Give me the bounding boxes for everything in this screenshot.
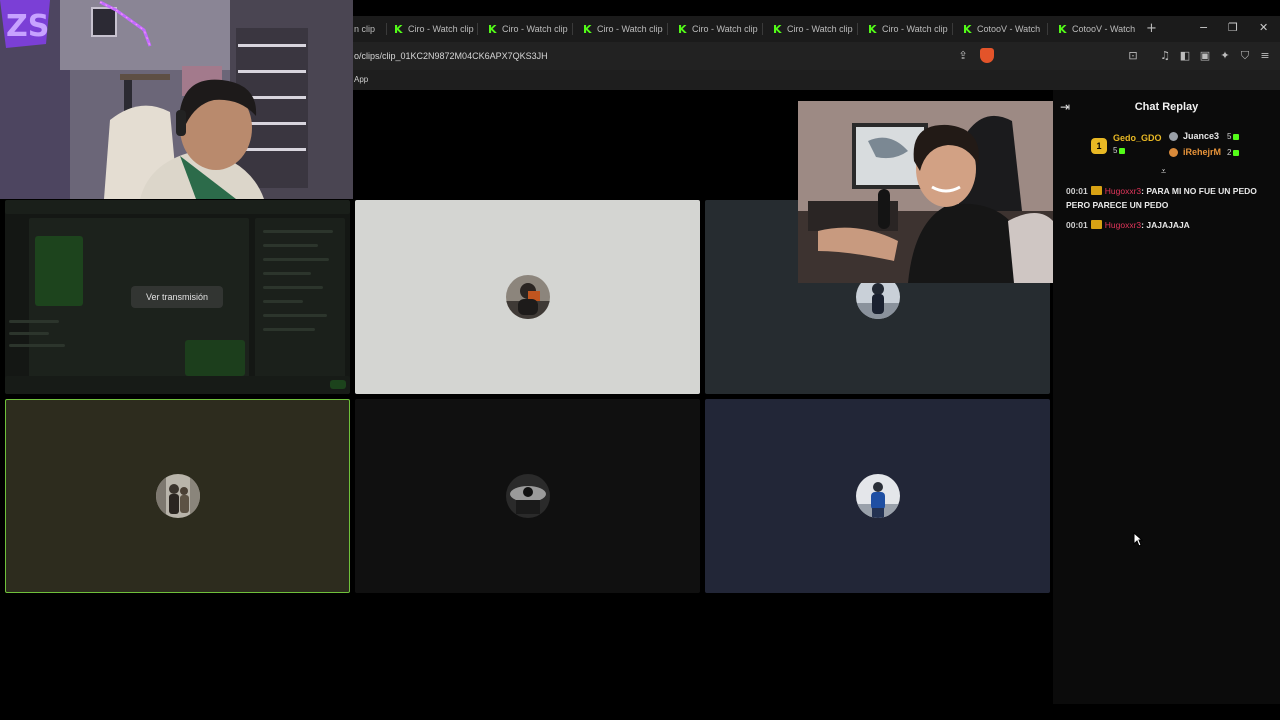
guest-webcam-right <box>798 101 1053 283</box>
leo-ai-icon[interactable]: ✦ <box>1218 49 1232 63</box>
wallet-icon[interactable]: ▣ <box>1198 49 1212 63</box>
svg-text:ZS: ZS <box>6 9 49 44</box>
sidebar-icon[interactable]: ◧ <box>1178 49 1192 63</box>
tab-title: CotooV - Watch <box>977 24 1041 34</box>
browser-tab[interactable]: K Ciro - Watch clip <box>672 16 766 42</box>
browser-tab[interactable]: n clip <box>352 16 388 42</box>
menu-icon[interactable]: ≡ <box>1258 49 1272 63</box>
screenshot-icon[interactable]: ⊡ <box>1126 49 1140 63</box>
kick-logo-icon: K <box>394 22 403 36</box>
mouse-cursor-icon <box>1133 532 1143 547</box>
browser-tab[interactable]: K Ciro - Watch clip <box>482 16 576 42</box>
kick-logo-icon: K <box>868 22 877 36</box>
participant-tile[interactable] <box>355 399 700 593</box>
expand-gifters-icon[interactable]: ⩡ <box>1161 167 1166 177</box>
gifter-name[interactable]: Juance3 <box>1183 131 1219 141</box>
gift-count: 5 <box>1113 146 1126 155</box>
tab-title: Ciro - Watch clip <box>882 24 948 34</box>
message-text: JAJAJAJA <box>1146 220 1190 230</box>
streamer-webcam-left: ZS <box>0 0 353 199</box>
tab-title: Ciro - Watch clip <box>502 24 568 34</box>
kick-logo-icon: K <box>583 22 592 36</box>
message-username[interactable]: Hugoxxr3 <box>1105 186 1141 196</box>
bookmark-apps[interactable]: App <box>354 75 368 84</box>
crown-badge-icon <box>1090 220 1102 229</box>
chat-title: Chat Replay <box>1134 101 1199 113</box>
share-icon[interactable]: ⇪ <box>956 49 970 63</box>
kick-logo-icon: K <box>678 22 687 36</box>
close-window-icon[interactable]: ✕ <box>1259 21 1268 34</box>
tab-title: Ciro - Watch clip <box>692 24 758 34</box>
brave-shields-icon[interactable] <box>980 48 994 63</box>
url-field[interactable]: o/clips/clip_01KC2N9872M04CK6APX7QKS3JH <box>354 51 548 61</box>
message-username[interactable]: Hugoxxr3 <box>1105 220 1141 230</box>
gifter-name[interactable]: Gedo_GDO <box>1113 133 1162 143</box>
gift-count: 2 <box>1227 148 1240 157</box>
crown-badge-icon <box>1090 186 1102 195</box>
maximize-icon[interactable]: ❐ <box>1228 21 1238 34</box>
minimize-icon[interactable]: − <box>1199 21 1208 34</box>
vpn-shield-icon[interactable]: ⛉ <box>1238 49 1252 63</box>
participant-tile[interactable] <box>355 200 700 394</box>
media-icon[interactable]: ♫ <box>1158 49 1172 63</box>
silver-badge-icon <box>1169 132 1178 141</box>
browser-tab[interactable]: K Ciro - Watch clip <box>577 16 671 42</box>
participant-avatar <box>505 275 550 319</box>
kick-logo-icon: K <box>1058 22 1067 36</box>
gifter-name[interactable]: iRehejrM <box>1183 147 1221 157</box>
chat-message: 00:01 Hugoxxr3: PARA MI NO FUE UN PEDO PE… <box>1066 184 1272 212</box>
tab-title: Ciro - Watch clip <box>408 24 474 34</box>
participant-tile[interactable] <box>705 399 1050 593</box>
tab-title: Ciro - Watch clip <box>597 24 663 34</box>
kick-logo-icon: K <box>773 22 782 36</box>
browser-tab[interactable]: K Ciro - Watch clip <box>862 16 956 42</box>
kick-logo-icon: K <box>488 22 497 36</box>
participant-avatar <box>855 474 900 518</box>
gift-count: 5 <box>1227 132 1240 141</box>
participant-avatar <box>505 474 550 518</box>
browser-tab[interactable]: K Ciro - Watch clip <box>767 16 861 42</box>
participant-tile-active[interactable] <box>5 399 350 593</box>
chat-message: 00:01 Hugoxxr3: JAJAJAJA <box>1066 218 1272 232</box>
message-timestamp: 00:01 <box>1066 220 1088 230</box>
message-separator: : <box>1141 186 1144 196</box>
browser-tab[interactable]: K CotooV - Watch <box>1052 16 1146 42</box>
tab-title: Ciro - Watch clip <box>787 24 853 34</box>
browser-tab[interactable]: K CotooV - Watch <box>957 16 1051 42</box>
message-timestamp: 00:01 <box>1066 186 1088 196</box>
bronze-badge-icon <box>1169 148 1178 157</box>
rank-badge-icon: 1 <box>1091 138 1107 154</box>
new-tab-button[interactable]: + <box>1146 21 1157 36</box>
tab-title: CotooV - Watch <box>1072 24 1136 34</box>
participant-avatar <box>155 474 200 518</box>
gift-sub-icon <box>1233 133 1240 140</box>
gift-sub-icon <box>1233 149 1240 156</box>
message-separator: : <box>1141 220 1144 230</box>
watch-stream-button[interactable]: Ver transmisión <box>131 286 223 308</box>
kick-logo-icon: K <box>963 22 972 36</box>
chat-replay-panel: ⇥ Chat Replay 1 Gedo_GDO 5 Juance3 5 iRe… <box>1053 90 1280 704</box>
gift-sub-icon <box>1119 147 1126 154</box>
browser-tab[interactable]: K Ciro - Watch clip <box>388 16 482 42</box>
participant-tile-stream-preview[interactable]: Ver transmisión <box>5 200 350 394</box>
